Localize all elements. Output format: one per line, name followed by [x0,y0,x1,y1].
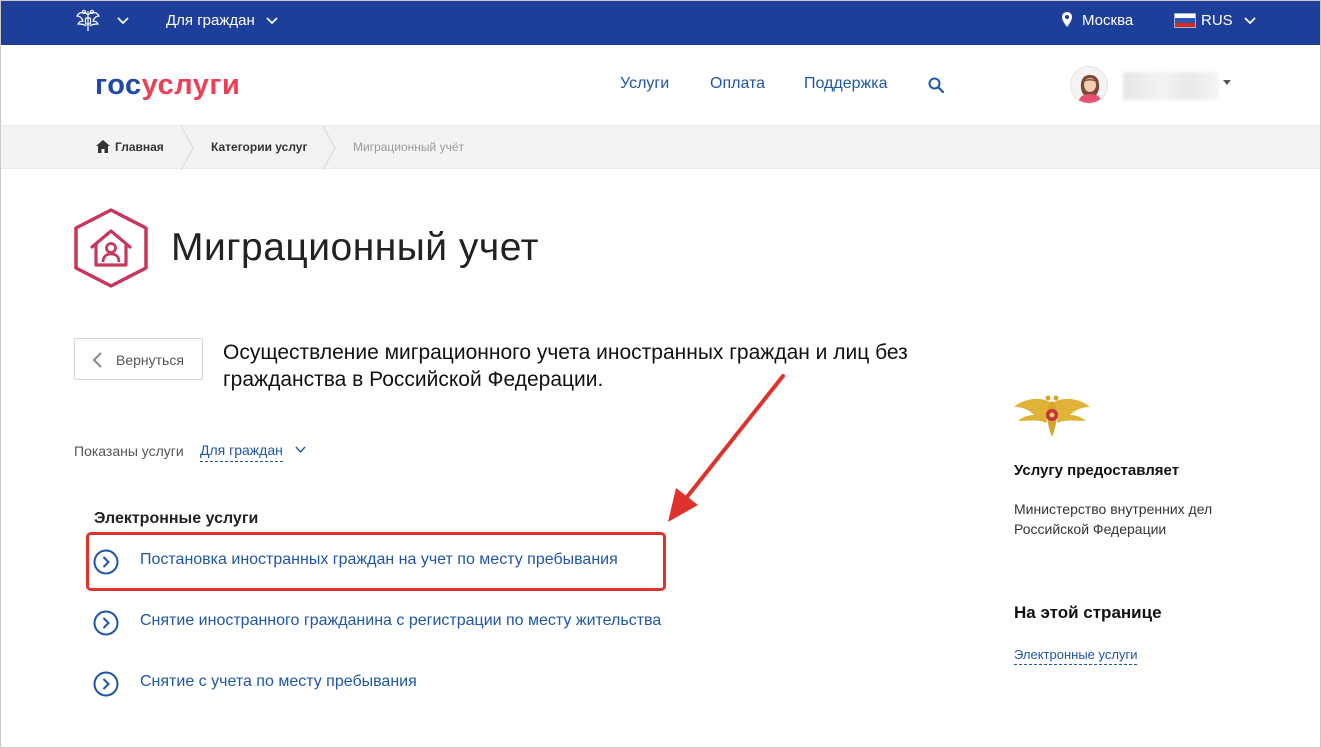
location-pin-icon [1062,12,1072,27]
breadcrumb-categories[interactable]: Категории услуг [211,140,307,154]
service-item-deregistration-residence[interactable]: Снятие иностранного гражданина с регистр… [93,608,733,638]
chevron-left-icon [92,352,102,368]
audience-filter-dropdown[interactable]: Для граждан [200,442,283,462]
breadcrumb-separator [180,126,194,170]
mvd-emblem-icon [1014,395,1090,437]
back-button[interactable]: Вернуться [74,338,203,380]
page-title: Миграционный учет [171,226,539,269]
caret-down-icon[interactable] [1223,80,1231,85]
gosuslugi-logo[interactable]: госуслуги [95,69,240,102]
back-button-label: Вернуться [116,352,184,368]
breadcrumb-current: Миграционный учёт [353,140,465,154]
russian-emblem-icon[interactable] [74,7,102,35]
nav-support[interactable]: Поддержка [804,75,887,93]
category-description: Осуществление миграционного учета иностр… [223,341,908,391]
city-selector[interactable]: Москва [1082,12,1133,29]
breadcrumb-home[interactable]: Главная [115,140,164,154]
service-link[interactable]: Снятие с учета по месту пребывания [140,673,417,691]
top-bar: Для граждан Москва RUS [0,0,1321,45]
search-icon[interactable] [927,76,945,94]
logo-part-gos: гос [95,69,142,101]
audience-selector[interactable]: Для граждан [166,12,255,29]
breadcrumb-separator [322,126,336,170]
nav-payment[interactable]: Оплата [710,75,765,93]
home-icon[interactable] [96,140,110,153]
russian-flag-icon [1174,13,1196,28]
annotation-arrow-icon [668,374,785,522]
annotation-highlight-box [86,532,666,591]
language-selector[interactable]: RUS [1201,12,1233,29]
filter-label: Показаны услуги [74,443,184,459]
chevron-down-icon[interactable] [116,14,130,28]
circle-chevron-right-icon [93,671,119,697]
provider-heading: Услугу предоставляет [1014,462,1180,479]
provider-name: Министерство внутренних дел Российской Ф… [1014,501,1213,537]
logo-part-uslugi: услуги [141,69,241,101]
circle-chevron-right-icon [93,610,119,636]
service-item-deregistration-stay[interactable]: Снятие с учета по месту пребывания [93,669,733,699]
section-title-electronic-services: Электронные услуги [94,510,259,527]
chevron-down-icon[interactable] [265,14,279,28]
user-avatar[interactable] [1070,66,1108,104]
breadcrumb: Главная Категории услуг Миграционный учё… [0,125,1321,170]
service-link[interactable]: Снятие иностранного гражданина с регистр… [140,612,661,630]
nav-services[interactable]: Услуги [620,75,669,93]
chevron-down-icon[interactable] [1243,14,1257,28]
site-header: госуслуги Услуги Оплата Поддержка [0,45,1321,125]
on-this-page-heading: На этой странице [1014,603,1162,622]
user-avatar-icon [1071,67,1107,103]
on-this-page-link-electronic-services[interactable]: Электронные услуги [1014,647,1138,665]
chevron-down-icon[interactable] [295,445,306,454]
username-redacted[interactable] [1123,72,1219,100]
migration-house-icon [74,208,148,288]
